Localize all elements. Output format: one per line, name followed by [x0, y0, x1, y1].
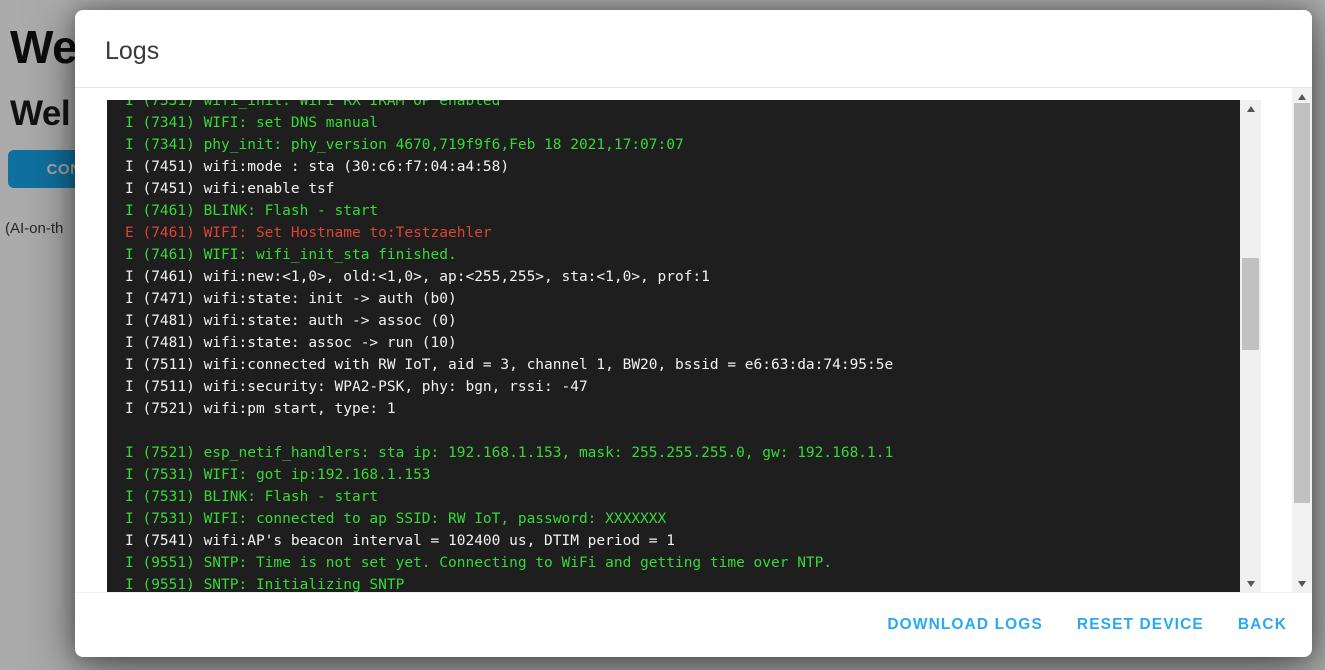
log-line: I (7331) wifi_init: WiFi RX IRAM OP enab…: [125, 100, 1240, 112]
scroll-down-icon[interactable]: [1240, 575, 1261, 592]
log-line: I (7461) WIFI: wifi_init_sta finished.: [125, 244, 1240, 266]
dialog-body: I (7331) wifi_init: WiFi RX IRAM OP enab…: [75, 88, 1312, 592]
log-line: I (7461) wifi:new:<1,0>, old:<1,0>, ap:<…: [125, 266, 1240, 288]
log-terminal[interactable]: I (7331) wifi_init: WiFi RX IRAM OP enab…: [107, 100, 1261, 592]
log-line: I (7511) wifi:security: WPA2-PSK, phy: b…: [125, 376, 1240, 398]
log-lines: I (7331) wifi_init: WiFi RX IRAM OP enab…: [107, 100, 1240, 592]
log-line: I (7341) phy_init: phy_version 4670,719f…: [125, 134, 1240, 156]
log-line: I (7341) WIFI: set DNS manual: [125, 112, 1240, 134]
back-button[interactable]: BACK: [1238, 616, 1287, 634]
log-line: E (7461) WIFI: Set Hostname to:Testzaehl…: [125, 222, 1240, 244]
reset-device-button[interactable]: RESET DEVICE: [1077, 616, 1204, 634]
scroll-up-icon[interactable]: [1240, 100, 1261, 117]
log-line: I (7461) BLINK: Flash - start: [125, 200, 1240, 222]
log-line: I (7451) wifi:enable tsf: [125, 178, 1240, 200]
dialog-scrollbar[interactable]: [1292, 88, 1312, 592]
log-line: I (7451) wifi:mode : sta (30:c6:f7:04:a4…: [125, 156, 1240, 178]
log-line: I (7521) esp_netif_handlers: sta ip: 192…: [125, 442, 1240, 464]
scroll-down-icon[interactable]: [1292, 575, 1312, 592]
dialog-header: Logs: [75, 10, 1312, 88]
log-line: I (7531) WIFI: got ip:192.168.1.153: [125, 464, 1240, 486]
log-line: I (9551) SNTP: Initializing SNTP: [125, 574, 1240, 592]
download-logs-button[interactable]: DOWNLOAD LOGS: [887, 616, 1043, 634]
terminal-scrollbar[interactable]: [1240, 100, 1261, 592]
log-line: I (9551) SNTP: Time is not set yet. Conn…: [125, 552, 1240, 574]
log-line: I (7521) wifi:pm start, type: 1: [125, 398, 1240, 420]
dialog-footer: DOWNLOAD LOGS RESET DEVICE BACK: [75, 592, 1312, 657]
log-line: I (7511) wifi:connected with RW IoT, aid…: [125, 354, 1240, 376]
dialog-scrollbar-thumb[interactable]: [1294, 103, 1310, 503]
log-line: I (7481) wifi:state: auth -> assoc (0): [125, 310, 1240, 332]
dialog-title: Logs: [105, 37, 1312, 66]
terminal-scrollbar-thumb[interactable]: [1242, 258, 1259, 350]
log-line: I (7481) wifi:state: assoc -> run (10): [125, 332, 1240, 354]
log-line: I (7471) wifi:state: init -> auth (b0): [125, 288, 1240, 310]
log-line: I (7531) WIFI: connected to ap SSID: RW …: [125, 508, 1240, 530]
log-line: [125, 420, 1240, 442]
logs-dialog: Logs I (7331) wifi_init: WiFi RX IRAM OP…: [75, 10, 1312, 657]
log-line: I (7531) BLINK: Flash - start: [125, 486, 1240, 508]
log-line: I (7541) wifi:AP's beacon interval = 102…: [125, 530, 1240, 552]
